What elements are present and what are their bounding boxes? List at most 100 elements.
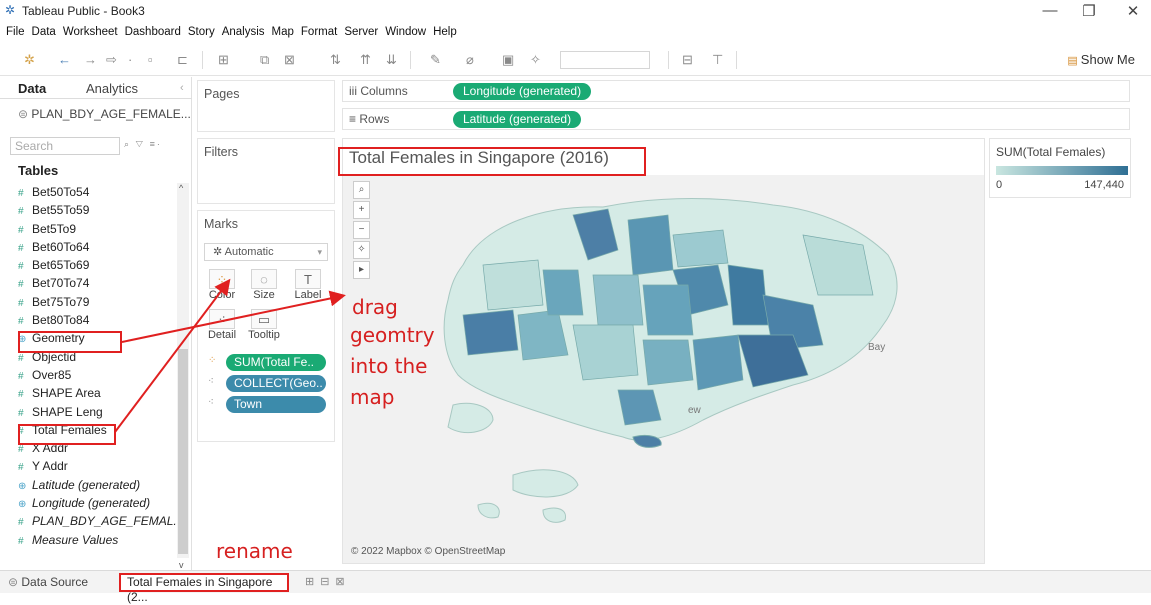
map-search-icon[interactable]: ⌕ (353, 181, 370, 199)
expand-toolbar-icon[interactable]: ▸ (353, 261, 370, 279)
tab-data[interactable]: Data (18, 81, 46, 96)
map-canvas[interactable]: Bay ew (343, 175, 984, 563)
mark-type-dropdown[interactable]: ✲ Automatic ▾ (204, 243, 328, 261)
highlight-icon[interactable]: ✎ (430, 52, 441, 68)
sheet-tab-active[interactable]: Total Females in Singapore (2... (119, 573, 289, 604)
new-sheet-icons[interactable]: ⊞⊟⊠ (305, 575, 351, 588)
new-datasource-icon[interactable]: ⊏ (177, 52, 188, 68)
group-icon[interactable]: ⌀ (466, 52, 474, 68)
zoom-out-icon[interactable]: − (353, 221, 370, 239)
scrollbar-thumb[interactable] (178, 349, 188, 554)
show-cards-icon[interactable]: ⊟ (682, 52, 693, 68)
menu-story[interactable]: Story (188, 23, 215, 41)
field-item[interactable]: # Bet60To64 (18, 238, 178, 256)
collapse-pane-icon[interactable]: ‹ (180, 82, 184, 94)
color-encoding-icon: ⁘ (208, 355, 217, 366)
field-item[interactable]: # PLAN_BDY_AGE_FEMAL... (18, 512, 183, 530)
field-item[interactable]: # Measure Values (18, 531, 178, 549)
field-item[interactable]: # Bet80To84 (18, 311, 178, 329)
data-pane-tabs: Data Analytics ‹ (0, 77, 192, 99)
field-list-scrollbar[interactable]: ^ v (177, 183, 189, 570)
clear-sheet-icon[interactable]: ⊠ (284, 52, 295, 68)
show-labels-icon[interactable]: ▣ (502, 52, 514, 68)
field-item[interactable]: # Bet75To79 (18, 293, 178, 311)
map-attribution[interactable]: © 2022 Mapbox © OpenStreetMap (351, 546, 505, 557)
menu-server[interactable]: Server (344, 23, 378, 41)
search-filter-icons[interactable]: ⌕ ▽ ≡· (124, 139, 162, 150)
pages-card[interactable]: Pages (197, 80, 335, 132)
field-item[interactable]: # Bet5To9 (18, 220, 178, 238)
menu-file[interactable]: File (6, 23, 25, 41)
label-button[interactable]: T Label (292, 269, 324, 305)
tableau-home-icon[interactable]: ✲ (24, 52, 35, 68)
map-label-bay: Bay (868, 342, 885, 353)
field-item[interactable]: # Bet65To69 (18, 256, 178, 274)
map-controls: ⌕ + − ✧ ▸ (353, 181, 370, 281)
field-label: Bet5To9 (32, 221, 77, 236)
field-item[interactable]: # SHAPE Area (18, 384, 178, 402)
menu-window[interactable]: Window (385, 23, 426, 41)
undo-icon[interactable]: ← (58, 52, 71, 67)
columns-shelf[interactable]: iii Columns Longitude (generated) (342, 80, 1130, 102)
close-icon[interactable]: ✕ (1118, 2, 1148, 20)
singapore-map[interactable]: Bay ew (343, 175, 984, 563)
menu-format[interactable]: Format (301, 23, 337, 41)
field-item[interactable]: # Bet55To59 (18, 201, 178, 219)
detail-encoding-icon: ⁖ (208, 397, 214, 408)
new-worksheet-icon[interactable]: ⊞ (218, 52, 229, 68)
tooltip-button[interactable]: ▭ Tooltip (248, 309, 280, 345)
pill-sum-total-females[interactable]: SUM(Total Fe.. (226, 354, 326, 371)
datasource-name[interactable]: ⊜ PLAN_BDY_AGE_FEMALE... (18, 107, 191, 121)
show-me-button[interactable]: ▤ Show Me (1067, 52, 1135, 67)
field-item[interactable]: ⊕ Latitude (generated) (18, 476, 178, 494)
pill-longitude-generated[interactable]: Longitude (generated) (453, 83, 592, 100)
detail-button[interactable]: ⁖ Detail (206, 309, 238, 345)
menu-data[interactable]: Data (32, 23, 56, 41)
menu-worksheet[interactable]: Worksheet (63, 23, 118, 41)
measure-field-icon: # (18, 279, 24, 291)
field-label: Bet55To59 (32, 203, 90, 218)
field-item[interactable]: # Y Addr (18, 457, 178, 475)
duplicate-sheet-icon[interactable]: ⧉ (260, 52, 269, 68)
pin-map-icon[interactable]: ✧ (353, 241, 370, 259)
fit-dropdown[interactable] (560, 51, 650, 69)
save-icon[interactable]: ▫ (148, 52, 153, 67)
menu-dashboard[interactable]: Dashboard (125, 23, 181, 41)
zoom-in-icon[interactable]: + (353, 201, 370, 219)
chevron-down-icon[interactable]: · (128, 52, 132, 67)
color-legend[interactable]: SUM(Total Females) 0 147,440 (989, 138, 1131, 198)
pin-axes-icon[interactable]: ✧ (530, 52, 541, 68)
field-item[interactable]: # SHAPE Leng (18, 403, 178, 421)
annotation-text-into-the: into the (350, 354, 428, 378)
scroll-up-icon[interactable]: ^ (179, 183, 183, 193)
presentation-mode-icon[interactable]: ⊤ (712, 52, 723, 68)
maximize-icon[interactable]: ❐ (1074, 2, 1104, 20)
menu-help[interactable]: Help (433, 23, 457, 41)
minimize-icon[interactable]: — (1035, 2, 1065, 19)
map-region (572, 324, 639, 381)
pill-collect-geometry[interactable]: COLLECT(Geo.. (226, 375, 326, 392)
scroll-down-icon[interactable]: v (179, 560, 184, 570)
field-item[interactable]: ⊕ Longitude (generated) (18, 494, 178, 512)
forward-icon[interactable]: ⇨ (106, 52, 117, 68)
menu-map[interactable]: Map (272, 23, 294, 41)
tab-analytics[interactable]: Analytics (86, 81, 138, 96)
rows-shelf[interactable]: ≡ Rows Latitude (generated) (342, 108, 1130, 130)
menu-analysis[interactable]: Analysis (222, 23, 265, 41)
pages-card-title: Pages (204, 87, 240, 101)
sort-descending-icon[interactable]: ⇊ (386, 52, 397, 68)
pill-latitude-generated[interactable]: Latitude (generated) (453, 111, 582, 128)
swap-rows-columns-icon[interactable]: ⇅ (330, 52, 341, 68)
data-source-tab[interactable]: ⊜ Data Source (8, 575, 88, 589)
redo-icon[interactable]: → (84, 52, 97, 67)
search-input[interactable]: Search (10, 137, 120, 155)
pill-town[interactable]: Town (226, 396, 326, 413)
size-button[interactable]: ◌ Size (248, 269, 280, 305)
field-item[interactable]: # Bet70To74 (18, 274, 178, 292)
filters-card[interactable]: Filters (197, 138, 335, 204)
field-item[interactable]: # Bet50To54 (18, 183, 178, 201)
field-item[interactable]: # Over85 (18, 366, 178, 384)
color-button[interactable]: ⁘ Color (206, 269, 238, 305)
field-label: PLAN_BDY_AGE_FEMAL... (32, 514, 184, 529)
sort-ascending-icon[interactable]: ⇈ (360, 52, 371, 68)
